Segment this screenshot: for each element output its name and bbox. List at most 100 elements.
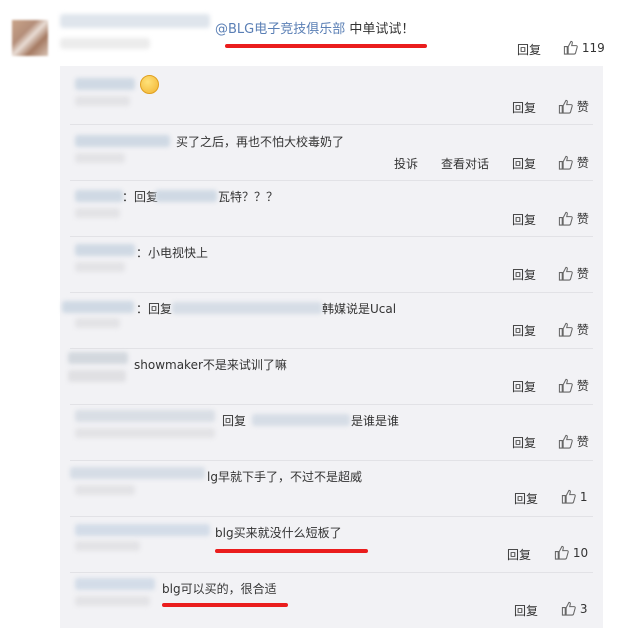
- like-button[interactable]: 赞: [558, 154, 589, 171]
- thumbs-up-icon: [561, 601, 576, 616]
- like-button[interactable]: 3: [561, 601, 587, 616]
- thumbs-up-icon: [558, 434, 573, 449]
- thumbs-up-icon: [563, 40, 578, 55]
- reply-author-blurred[interactable]: [75, 244, 135, 256]
- reply-meta-blurred: [75, 428, 215, 438]
- thumbs-up-icon: [558, 155, 573, 170]
- reply-text: 瓦特？？？: [218, 190, 279, 204]
- thumbs-up-icon: [554, 545, 569, 560]
- mention-link[interactable]: @BLG电子竞技俱乐部: [215, 22, 345, 37]
- reply-prefix: 回复: [222, 414, 247, 428]
- like-label: 赞: [576, 435, 589, 449]
- like-button[interactable]: 赞: [558, 210, 589, 227]
- like-button[interactable]: 赞: [558, 433, 589, 450]
- commenter-avatar[interactable]: [12, 20, 48, 56]
- reply-author-blurred[interactable]: [75, 524, 210, 536]
- like-label: 赞: [576, 379, 589, 393]
- row-divider: [70, 572, 593, 573]
- commenter-name-blurred[interactable]: [60, 14, 210, 28]
- reply-text: lg早就下手了，不过不是超威: [207, 470, 362, 484]
- thumbs-up-icon: [558, 266, 573, 281]
- row-divider: [70, 124, 593, 125]
- red-underline-annotation: [162, 603, 288, 607]
- reply-button[interactable]: 回复: [507, 546, 531, 563]
- reply-meta-blurred: [75, 485, 135, 495]
- reply-button[interactable]: 回复: [512, 322, 536, 339]
- reply-text: 韩媒说是Ucal: [322, 302, 397, 316]
- reply-author-blurred[interactable]: [62, 301, 134, 313]
- thumbs-up-icon: [558, 211, 573, 226]
- mentioned-user-blurred[interactable]: [172, 302, 322, 314]
- row-divider: [70, 516, 593, 517]
- like-button[interactable]: 赞: [558, 377, 589, 394]
- like-label: 赞: [576, 267, 589, 281]
- like-button[interactable]: 赞: [558, 98, 589, 115]
- red-underline-annotation: [215, 549, 368, 553]
- like-count: 1: [579, 490, 588, 504]
- reply-text: blg可以买的，很合适: [162, 582, 277, 596]
- main-comment-body: 中单试试！: [349, 22, 415, 37]
- reply-text: showmaker不是来试训了嘛: [134, 358, 287, 372]
- report-button[interactable]: 投诉: [394, 155, 418, 172]
- reply-author-blurred[interactable]: [75, 78, 135, 90]
- reply-prefix: ：回复: [136, 302, 173, 316]
- reply-meta-blurred: [68, 370, 126, 382]
- reply-button[interactable]: 回复: [512, 378, 536, 395]
- replies-panel: [60, 66, 603, 628]
- row-divider: [70, 292, 593, 293]
- view-conversation-button[interactable]: 查看对话: [441, 155, 489, 172]
- red-underline-annotation: [225, 44, 427, 48]
- reply-author-blurred[interactable]: [75, 410, 215, 422]
- mentioned-user-blurred[interactable]: [155, 190, 217, 202]
- reply-author-blurred[interactable]: [75, 190, 123, 202]
- row-divider: [70, 404, 593, 405]
- like-label: 赞: [576, 212, 589, 226]
- comment-meta-blurred: [60, 38, 150, 49]
- main-comment-text: @BLG电子竞技俱乐部 中单试试！: [215, 18, 414, 37]
- reply-meta-blurred: [75, 596, 150, 606]
- main-like-count: 119: [581, 41, 605, 55]
- reply-meta-blurred: [75, 318, 120, 328]
- reply-button[interactable]: 回复: [512, 99, 536, 116]
- like-count: 10: [572, 546, 589, 560]
- reply-text: 是谁是谁: [351, 414, 400, 428]
- reply-meta-blurred: [75, 208, 120, 218]
- like-button[interactable]: 1: [561, 489, 587, 504]
- thumbs-up-icon: [561, 489, 576, 504]
- reply-button[interactable]: 回复: [512, 434, 536, 451]
- reply-text: 买了之后，再也不怕大校毒奶了: [176, 135, 345, 149]
- reply-author-blurred[interactable]: [75, 578, 155, 590]
- thumbs-up-icon: [558, 99, 573, 114]
- row-divider: [70, 460, 593, 461]
- reply-meta-blurred: [75, 541, 140, 551]
- reply-meta-blurred: [75, 262, 125, 272]
- reply-meta-blurred: [75, 153, 125, 163]
- reply-button[interactable]: 回复: [514, 490, 538, 507]
- row-divider: [70, 180, 593, 181]
- reply-button[interactable]: 回复: [514, 602, 538, 619]
- thumbs-up-icon: [558, 378, 573, 393]
- like-label: 赞: [576, 323, 589, 337]
- main-like-button[interactable]: 119: [563, 40, 605, 55]
- row-divider: [70, 348, 593, 349]
- reply-prefix: ：回复: [122, 190, 159, 204]
- row-divider: [70, 236, 593, 237]
- reply-text: blg买来就没什么短板了: [215, 526, 342, 540]
- like-count: 3: [579, 602, 588, 616]
- reply-text: ：小电视快上: [136, 246, 209, 260]
- smile-emoji-icon: [140, 75, 159, 94]
- main-reply-button[interactable]: 回复: [517, 41, 541, 58]
- like-button[interactable]: 赞: [558, 265, 589, 282]
- like-button[interactable]: 赞: [558, 321, 589, 338]
- reply-author-blurred[interactable]: [68, 352, 128, 364]
- thumbs-up-icon: [558, 322, 573, 337]
- reply-author-blurred[interactable]: [75, 135, 170, 147]
- reply-button[interactable]: 回复: [512, 155, 536, 172]
- like-label: 赞: [576, 100, 589, 114]
- like-button[interactable]: 10: [554, 545, 588, 560]
- mentioned-user-blurred[interactable]: [252, 414, 350, 426]
- reply-author-blurred[interactable]: [70, 467, 205, 479]
- reply-button[interactable]: 回复: [512, 211, 536, 228]
- reply-button[interactable]: 回复: [512, 266, 536, 283]
- reply-meta-blurred: [75, 96, 130, 106]
